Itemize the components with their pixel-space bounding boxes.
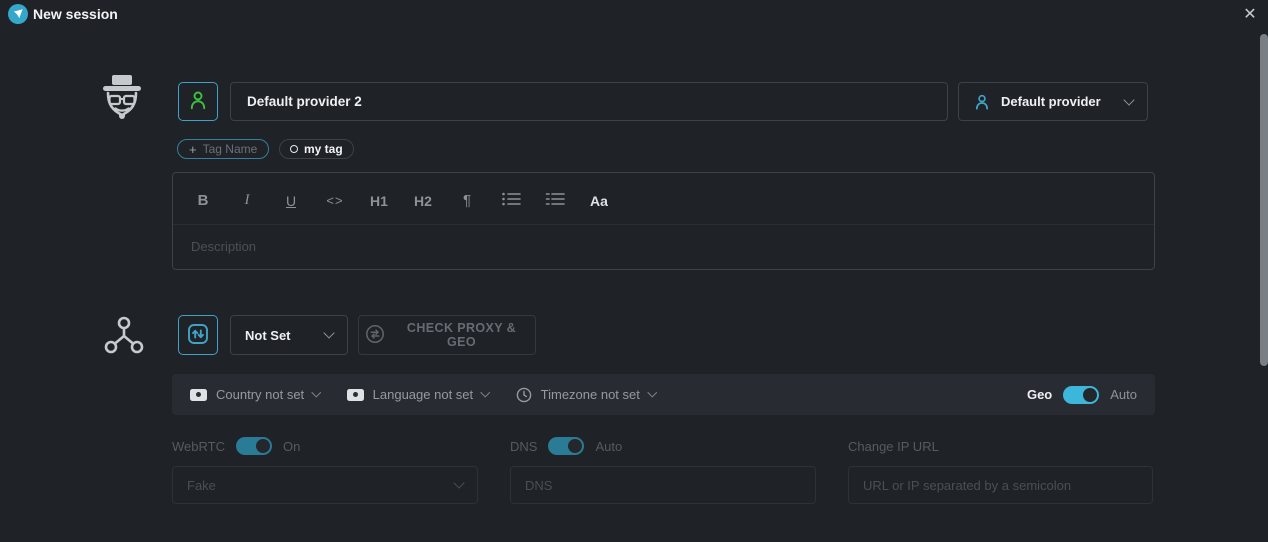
geo-state-label: Auto: [1110, 387, 1137, 402]
check-proxy-geo-button[interactable]: CHECK PROXY & GEO: [358, 315, 536, 355]
dns-state-label: Auto: [595, 439, 622, 454]
proxy-type-button[interactable]: [178, 315, 218, 355]
timezone-select[interactable]: Timezone not set: [516, 387, 656, 403]
text-style-button[interactable]: Aa: [577, 189, 621, 213]
language-select[interactable]: Language not set: [347, 387, 489, 402]
add-tag-label: Tag Name: [203, 142, 258, 156]
app-logo-icon: [8, 4, 28, 24]
add-tag-button[interactable]: + Tag Name: [177, 139, 269, 159]
bullet-list-icon: [501, 191, 521, 210]
flag-icon: [347, 389, 364, 401]
flag-icon: [190, 389, 207, 401]
description-editor: B I U <> H1 H2 ¶: [172, 172, 1155, 270]
ordered-list-icon: [545, 191, 565, 210]
close-icon: ✕: [1243, 4, 1256, 24]
session-name-input[interactable]: [230, 82, 948, 121]
code-button[interactable]: <>: [313, 189, 357, 213]
geo-toggle-group: Geo Auto: [1027, 386, 1137, 404]
paragraph-button[interactable]: ¶: [445, 189, 489, 213]
proxy-select-value: Not Set: [245, 328, 291, 343]
tag-item[interactable]: my tag: [279, 139, 354, 159]
check-proxy-geo-label: CHECK PROXY & GEO: [394, 321, 529, 349]
provider-select-value: Default provider: [1001, 94, 1101, 109]
dns-input[interactable]: [510, 466, 816, 504]
webrtc-mode-value: Fake: [187, 478, 216, 493]
italic-button[interactable]: I: [225, 189, 269, 213]
heading1-button[interactable]: H1: [357, 189, 401, 213]
timezone-select-value: Timezone not set: [541, 387, 640, 402]
transfer-arrows-icon: [187, 323, 209, 348]
description-placeholder: Description: [191, 239, 1136, 254]
fingerprint-button[interactable]: [178, 82, 218, 121]
plus-icon: +: [189, 143, 197, 156]
change-ip-url-label: Change IP URL: [848, 439, 939, 454]
webrtc-mode-select[interactable]: Fake: [172, 466, 478, 504]
language-select-value: Language not set: [373, 387, 473, 402]
proxy-select[interactable]: Not Set: [230, 315, 348, 355]
chevron-down-icon: [453, 477, 464, 488]
tag-label: my tag: [304, 142, 343, 156]
chevron-down-icon: [1123, 94, 1134, 105]
webrtc-label: WebRTC: [172, 439, 225, 454]
ordered-list-button[interactable]: [533, 189, 577, 213]
webrtc-toggle-group: WebRTC On: [172, 437, 300, 455]
webrtc-state-label: On: [283, 439, 300, 454]
chevron-down-icon: [323, 327, 334, 338]
close-button[interactable]: ✕: [1238, 2, 1262, 26]
webrtc-toggle[interactable]: [236, 437, 272, 455]
dns-label: DNS: [510, 439, 537, 454]
clock-icon: [516, 387, 532, 403]
tag-circle-icon: [290, 145, 298, 153]
description-field[interactable]: Description: [173, 225, 1154, 268]
underline-button[interactable]: U: [269, 189, 313, 213]
heading2-button[interactable]: H2: [401, 189, 445, 213]
bold-button[interactable]: B: [181, 189, 225, 213]
page-title: New session: [33, 6, 118, 22]
provider-select[interactable]: Default provider: [958, 82, 1148, 121]
disguise-face-icon: [99, 74, 145, 129]
bullet-list-button[interactable]: [489, 189, 533, 213]
person-green-icon: [187, 89, 209, 114]
person-teal-icon: [973, 93, 991, 111]
chevron-down-icon: [312, 388, 321, 397]
chevron-down-icon: [481, 388, 490, 397]
scrollbar-thumb[interactable]: [1260, 34, 1268, 366]
country-select[interactable]: Country not set: [190, 387, 320, 402]
editor-toolbar: B I U <> H1 H2 ¶: [173, 173, 1154, 225]
geo-label: Geo: [1027, 387, 1052, 402]
geo-toggle[interactable]: [1063, 386, 1099, 404]
dns-toggle-group: DNS Auto: [510, 437, 622, 455]
network-nodes-icon: [103, 314, 145, 359]
change-ip-url-input[interactable]: [848, 466, 1153, 504]
new-session-dialog: New session ✕: [0, 0, 1268, 542]
geo-bar: Country not set Language not set Timezon…: [172, 374, 1155, 415]
swap-circle-icon: [365, 324, 385, 347]
chevron-down-icon: [648, 388, 657, 397]
dns-toggle[interactable]: [548, 437, 584, 455]
country-select-value: Country not set: [216, 387, 304, 402]
